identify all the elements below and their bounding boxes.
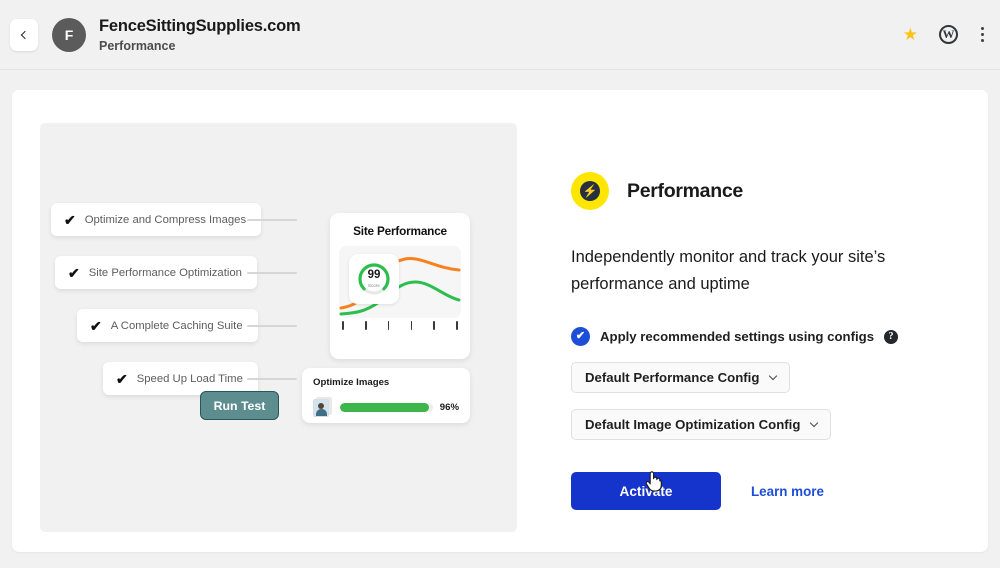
bolt-glyph: ⚡ xyxy=(583,185,598,197)
checklist-label: Site Performance Optimization xyxy=(89,267,242,279)
checklist-pill: ✔ A Complete Caching Suite xyxy=(77,309,258,342)
performance-config-select-wrap: Default Performance Config xyxy=(571,346,951,393)
checklist-pill: ✔ Optimize and Compress Images xyxy=(51,203,261,236)
detail-panel: ⚡ Performance Independently monitor and … xyxy=(571,172,951,510)
help-icon[interactable]: ? xyxy=(884,330,898,344)
checklist-label: A Complete Caching Suite xyxy=(111,320,243,332)
chevron-down-icon xyxy=(810,419,818,427)
topbar-actions: ★ W xyxy=(903,25,986,44)
connector-line xyxy=(247,325,297,327)
check-icon: ✔ xyxy=(68,266,80,280)
performance-config-select[interactable]: Default Performance Config xyxy=(571,362,790,393)
image-thumbnail-icon xyxy=(313,397,333,417)
progress-bar-fill xyxy=(340,403,429,412)
cta-row: Activate Learn more xyxy=(571,472,951,510)
chevron-left-icon xyxy=(21,30,29,38)
tick-mark xyxy=(388,321,390,330)
connector-line xyxy=(247,272,297,274)
check-icon: ✔ xyxy=(116,372,128,386)
chart-ticks xyxy=(342,321,458,330)
avatar: F xyxy=(52,18,86,52)
illustration-panel: ✔ Optimize and Compress Images ✔ Site Pe… xyxy=(40,123,517,532)
mouse-cursor-pointer-icon xyxy=(644,469,664,493)
lightning-bolt-icon: ⚡ xyxy=(571,172,609,210)
kebab-dot xyxy=(981,39,984,42)
connector-line xyxy=(247,378,297,380)
main-card: ✔ Optimize and Compress Images ✔ Site Pe… xyxy=(12,90,988,552)
kebab-dot xyxy=(981,27,984,30)
gauge-label: Score xyxy=(349,283,399,288)
tick-mark xyxy=(456,321,458,330)
progress-bar xyxy=(340,403,433,412)
performance-config-value: Default Performance Config xyxy=(585,370,759,385)
wordpress-icon[interactable]: W xyxy=(939,25,958,44)
apply-settings-checkbox[interactable]: ✔ xyxy=(571,327,590,346)
avatar-initial: F xyxy=(65,27,74,43)
page-subtitle: Performance xyxy=(99,39,300,53)
app-root: F FenceSittingSupplies.com Performance ★… xyxy=(0,0,1000,568)
checklist: ✔ Optimize and Compress Images ✔ Site Pe… xyxy=(51,203,311,415)
image-config-select-wrap: Default Image Optimization Config xyxy=(571,393,951,440)
panel-title: Performance xyxy=(627,180,743,203)
panel-description: Independently monitor and track your sit… xyxy=(571,244,911,298)
apply-settings-label: Apply recommended settings using configs xyxy=(600,329,874,344)
kebab-dot xyxy=(981,33,984,36)
checklist-pill: ✔ Site Performance Optimization xyxy=(55,256,257,289)
chart-plot: 99 Score xyxy=(339,246,461,318)
check-icon: ✔ xyxy=(90,319,102,333)
more-vertical-icon[interactable] xyxy=(979,25,986,43)
checklist-label: Optimize and Compress Images xyxy=(85,214,246,226)
checklist-label: Speed Up Load Time xyxy=(137,373,243,385)
learn-more-link[interactable]: Learn more xyxy=(751,484,824,499)
optimize-images-card: Optimize Images 96% xyxy=(302,368,470,423)
apply-settings-row: ✔ Apply recommended settings using confi… xyxy=(571,327,951,346)
page-title: FenceSittingSupplies.com xyxy=(99,17,300,36)
top-bar: F FenceSittingSupplies.com Performance ★… xyxy=(0,0,1000,70)
list-item: ✔ A Complete Caching Suite xyxy=(51,309,311,349)
optimize-progress-row: 96% xyxy=(313,397,459,417)
chevron-down-icon xyxy=(769,372,777,380)
optimize-images-title: Optimize Images xyxy=(313,377,459,388)
image-optimization-config-select[interactable]: Default Image Optimization Config xyxy=(571,409,831,440)
star-icon[interactable]: ★ xyxy=(903,26,918,43)
connector-line xyxy=(247,219,297,221)
tick-mark xyxy=(342,321,344,330)
progress-percent: 96% xyxy=(440,402,459,413)
title-block: FenceSittingSupplies.com Performance xyxy=(99,17,300,53)
list-item: ✔ Optimize and Compress Images xyxy=(51,203,311,243)
tick-mark xyxy=(365,321,367,330)
site-performance-chart-card: Site Performance 99 Score xyxy=(330,213,470,359)
chart-title: Site Performance xyxy=(330,224,470,238)
list-item: ✔ Site Performance Optimization xyxy=(51,256,311,296)
bolt-inner-circle: ⚡ xyxy=(580,181,600,201)
back-button[interactable] xyxy=(10,19,38,51)
run-test-button[interactable]: Run Test xyxy=(200,391,279,420)
panel-header: ⚡ Performance xyxy=(571,172,951,210)
check-icon: ✔ xyxy=(64,213,76,227)
image-config-value: Default Image Optimization Config xyxy=(585,417,800,432)
tick-mark xyxy=(411,321,413,330)
score-gauge: 99 Score xyxy=(349,254,399,304)
gauge-value: 99 xyxy=(349,269,399,281)
tick-mark xyxy=(433,321,435,330)
